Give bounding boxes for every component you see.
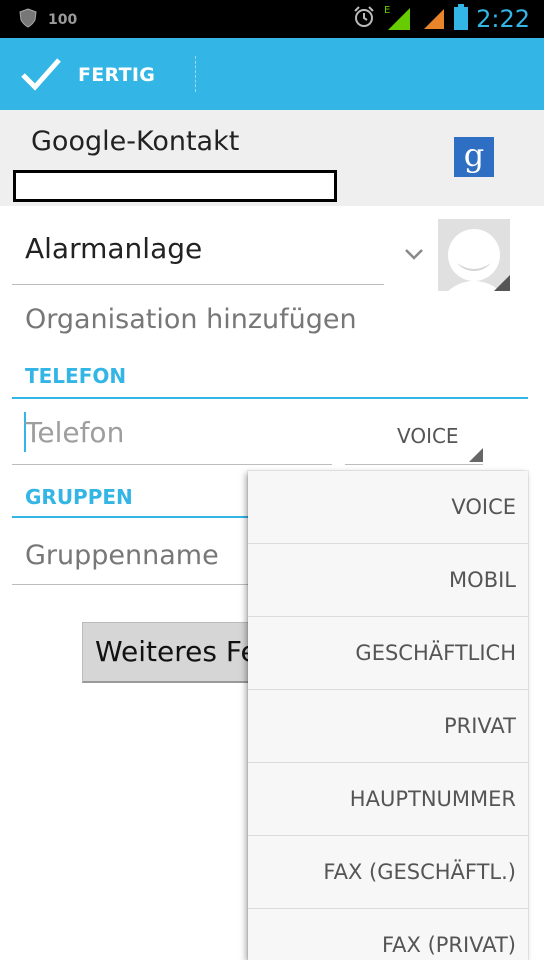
name-field-value: Alarmanlage: [25, 232, 203, 265]
battery-level-text: 100: [48, 12, 78, 28]
action-bar: FERTIG: [0, 38, 544, 110]
phone-input-placeholder: Telefon: [25, 416, 125, 449]
network-type-text: E: [384, 5, 390, 16]
shield-icon: [18, 8, 38, 32]
menu-item-geschaeftlich[interactable]: GESCHÄFTLICH: [248, 617, 528, 690]
groups-section-header: GRUPPEN: [25, 485, 133, 509]
phone-section-divider: [12, 397, 528, 399]
google-logo-icon: g: [454, 137, 494, 177]
status-left: 100: [18, 8, 77, 32]
phone-section-header: TELEFON: [25, 364, 127, 388]
group-name-placeholder: Gruppenname: [25, 540, 219, 571]
menu-item-privat[interactable]: PRIVAT: [248, 690, 528, 763]
menu-item-voice[interactable]: VOICE: [248, 471, 528, 544]
checkmark-icon: [20, 56, 62, 96]
account-header: Google-Kontakt g: [0, 110, 544, 206]
menu-item-label: HAUPTNUMMER: [349, 787, 516, 811]
phone-type-menu: VOICE MOBIL GESCHÄFTLICH PRIVAT HAUPTNUM…: [248, 471, 528, 960]
account-name-redacted: [13, 170, 337, 202]
menu-item-mobil[interactable]: MOBIL: [248, 544, 528, 617]
account-type-title: Google-Kontakt: [31, 126, 240, 157]
menu-item-label: VOICE: [451, 495, 516, 519]
phone-type-value: VOICE: [397, 424, 459, 448]
menu-item-fax-privat[interactable]: FAX (PRIVAT): [248, 909, 528, 960]
action-bar-divider: [195, 56, 197, 92]
signal-strength-icon: [422, 5, 446, 33]
add-organization-link[interactable]: Organisation hinzufügen: [25, 304, 357, 335]
menu-item-label: PRIVAT: [443, 714, 516, 738]
menu-item-label: GESCHÄFTLICH: [355, 641, 516, 665]
menu-item-fax-geschaeftlich[interactable]: FAX (GESCHÄFTL.): [248, 836, 528, 909]
chevron-down-icon[interactable]: [403, 246, 425, 265]
done-button[interactable]: FERTIG: [0, 38, 195, 110]
group-name-field[interactable]: Gruppenname: [12, 526, 248, 585]
battery-icon: [454, 4, 469, 34]
photo-corner-indicator: [494, 275, 510, 291]
name-field[interactable]: Alarmanlage: [12, 212, 384, 285]
groups-section-divider: [12, 516, 248, 518]
spinner-corner-indicator: [469, 448, 483, 462]
signal-icon: E: [384, 4, 414, 34]
alarm-clock-icon: [352, 5, 376, 33]
menu-item-label: FAX (GESCHÄFTL.): [323, 860, 516, 884]
contact-photo[interactable]: [438, 219, 510, 291]
menu-item-hauptnummer[interactable]: HAUPTNUMMER: [248, 763, 528, 836]
status-bar: 100 E 2:22: [0, 0, 544, 38]
phone-input[interactable]: Telefon: [12, 402, 332, 465]
done-button-label: FERTIG: [78, 64, 156, 86]
status-right: E 2:22: [352, 4, 530, 34]
menu-item-label: MOBIL: [449, 568, 516, 592]
clock-time: 2:22: [476, 5, 530, 33]
phone-type-spinner[interactable]: VOICE: [345, 402, 483, 465]
menu-item-label: FAX (PRIVAT): [382, 933, 516, 957]
